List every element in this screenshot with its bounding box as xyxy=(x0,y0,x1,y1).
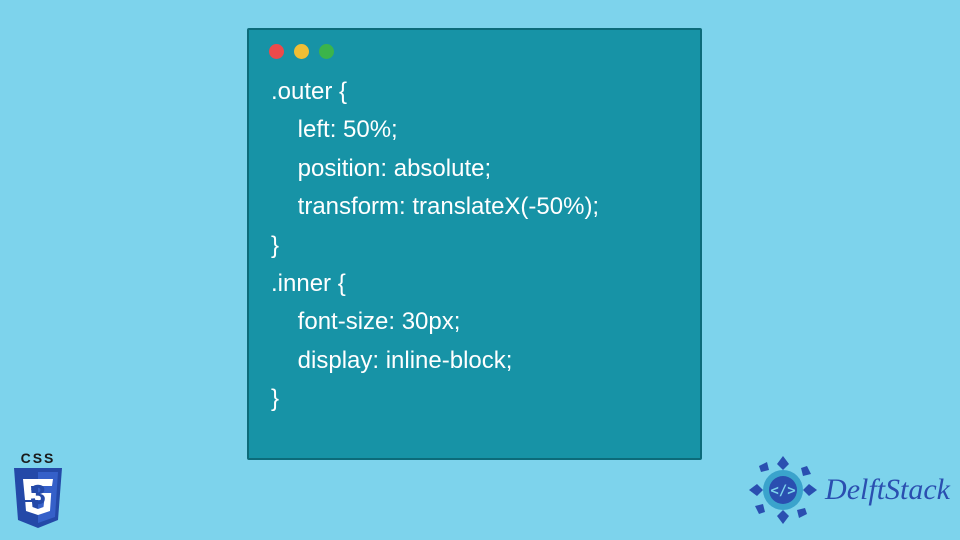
delftstack-logo: </> DelftStack xyxy=(747,454,950,526)
svg-text:</>: </> xyxy=(770,483,795,499)
code-window: .outer { left: 50%; position: absolute; … xyxy=(247,28,702,460)
code-line: } xyxy=(271,232,279,259)
code-line: .inner { xyxy=(271,270,346,297)
code-line: left: 50%; xyxy=(271,116,398,143)
window-traffic-lights xyxy=(249,30,700,67)
code-block: .outer { left: 50%; position: absolute; … xyxy=(249,67,700,429)
css3-shield-icon: 3 xyxy=(10,468,66,530)
css3-number: 3 xyxy=(30,479,46,510)
code-line: position: absolute; xyxy=(271,155,491,182)
code-line: } xyxy=(271,385,279,412)
maximize-dot-icon xyxy=(319,44,334,59)
close-dot-icon xyxy=(269,44,284,59)
minimize-dot-icon xyxy=(294,44,309,59)
css-label: CSS xyxy=(6,450,70,466)
css3-logo: CSS 3 xyxy=(6,450,70,530)
code-line: display: inline-block; xyxy=(271,347,512,374)
code-line: transform: translateX(-50%); xyxy=(271,193,599,220)
code-line: font-size: 30px; xyxy=(271,308,460,335)
delftstack-emblem-icon: </> xyxy=(747,454,819,526)
delftstack-text: DelftStack xyxy=(825,473,950,507)
code-line: .outer { xyxy=(271,78,347,105)
